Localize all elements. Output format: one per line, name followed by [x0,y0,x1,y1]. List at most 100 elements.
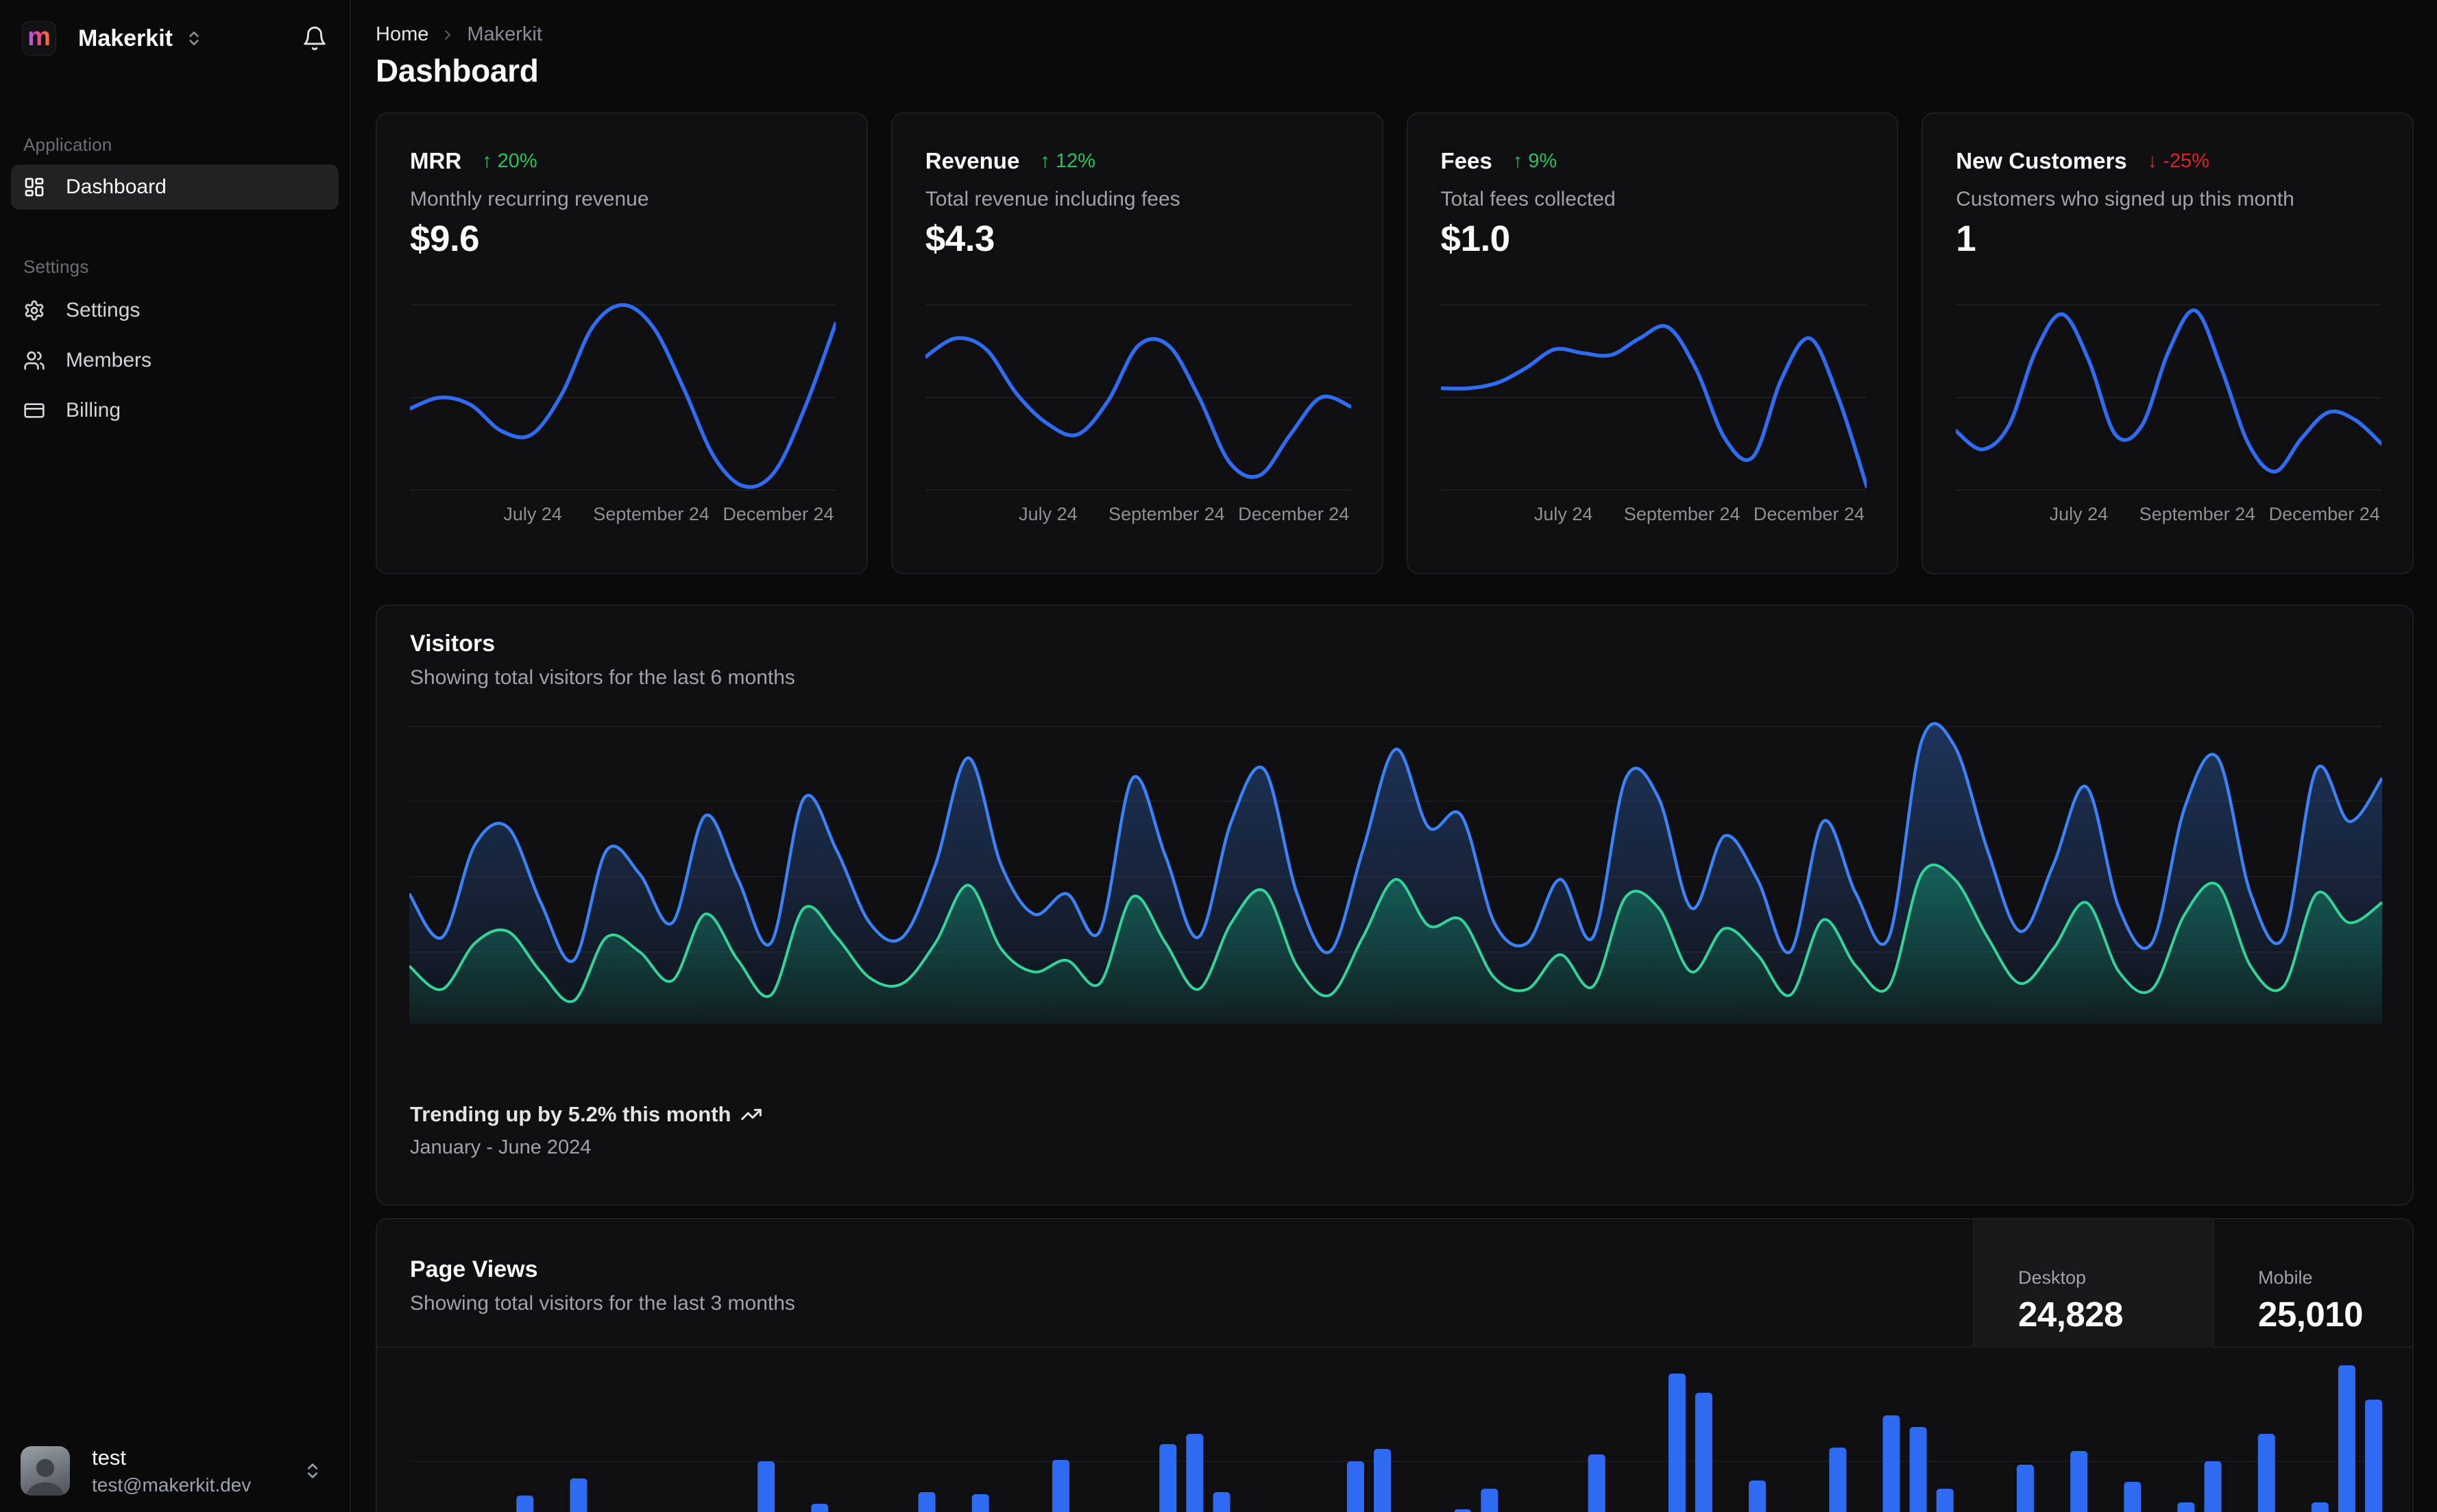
stat-title: Revenue [925,148,1020,173]
visitors-title: Visitors [410,631,496,657]
page-views-card: Page Views Showing total visitors for th… [376,1218,2414,1512]
axis-tick: December 24 [1753,504,1865,524]
arrow-down-icon: ↓ [2147,149,2158,172]
members-icon [23,350,45,371]
trend-value: 20% [497,149,537,172]
sidebar-item-billing[interactable]: Billing [11,388,339,433]
user-name: test [92,1446,126,1470]
user-menu[interactable]: test test@makerkit.dev [12,1439,337,1502]
sidebar-section-settings: Settings [23,256,89,277]
page-views-title: Page Views [410,1256,538,1282]
arrow-up-icon: ↑ [482,149,492,172]
sparkline-axis: July 24 September 24 December 24 [925,504,1349,527]
sidebar-item-label: Settings [66,299,141,321]
trending-up-icon [740,1103,762,1125]
chevrons-up-down-icon [185,29,203,47]
sparkline-svg [1440,304,1867,491]
axis-tick: July 24 [503,504,562,524]
sidebar-item-label: Members [66,349,152,371]
sparkline-axis: July 24 September 24 December 24 [1441,504,1865,527]
toggle-label: Desktop [2018,1267,2087,1288]
visitors-trend-text: Trending up by 5.2% this month [410,1102,731,1126]
stat-card-fees: Fees ↑ 9% Total fees collected $1.0 July … [1406,112,1899,574]
page-views-bar-chart [409,1365,2382,1512]
breadcrumb-home-link[interactable]: Home [376,23,428,46]
trend-badge: ↓ -25% [2148,150,2209,173]
stat-description: Total revenue including fees [925,188,1180,210]
user-email: test@makerkit.dev [92,1474,252,1496]
sparkline-chart: July 24 September 24 December 24 [1956,289,2382,535]
sidebar-item-settings[interactable]: Settings [11,288,339,333]
trend-badge: ↑ 20% [482,150,537,173]
sparkline-chart: July 24 September 24 December 24 [1440,289,1867,535]
stat-value: $4.3 [925,219,995,259]
sparkline-chart: July 24 September 24 December 24 [410,289,836,535]
sparkline-axis: July 24 September 24 December 24 [410,504,834,527]
trend-badge: ↑ 12% [1040,150,1095,173]
sidebar-nav-application: Dashboard [11,164,339,215]
visitors-subtitle: Showing total visitors for the last 6 mo… [410,666,795,689]
sidebar-item-members[interactable]: Members [11,338,339,383]
toggle-value: 24,828 [2018,1294,2124,1334]
stat-title: MRR [410,148,462,173]
visitors-card: Visitors Showing total visitors for the … [376,605,2414,1206]
stat-description: Monthly recurring revenue [410,188,649,210]
bell-icon [302,25,328,51]
sparkline-svg [410,303,836,491]
page-views-subtitle: Showing total visitors for the last 3 mo… [410,1292,795,1315]
logo-letter: m [27,23,51,51]
toggle-label: Mobile [2258,1267,2313,1288]
dashboard-icon [23,176,45,198]
sidebar-item-label: Dashboard [66,175,167,198]
breadcrumb-current: Makerkit [467,23,542,45]
sidebar-section-application: Application [23,134,112,155]
sparkline-chart: July 24 September 24 December 24 [925,289,1351,535]
trend-value: 9% [1528,149,1557,172]
page-title: Dashboard [376,53,539,88]
sparkline-svg [1956,304,2382,491]
axis-tick: July 24 [1019,504,1078,524]
visitors-period: January - June 2024 [410,1136,592,1158]
toggle-desktop[interactable]: Desktop 24,828 [1973,1219,2213,1348]
notifications-button[interactable] [302,25,328,51]
sparkline-svg [925,304,1351,491]
avatar [21,1446,70,1496]
makerkit-logo: m [22,21,56,56]
trend-value: -25% [2163,149,2209,172]
axis-tick: December 24 [723,504,834,524]
sparkline-axis: July 24 September 24 December 24 [1956,504,2380,527]
chevrons-up-down-icon [303,1461,322,1480]
sidebar-item-dashboard[interactable]: Dashboard [11,164,339,210]
axis-tick: September 24 [593,504,710,524]
sidebar: m Makerkit Application Dashboard Setting… [0,0,351,1512]
axis-tick: September 24 [1623,504,1741,524]
breadcrumb: Home Makerkit [376,23,542,46]
stat-title: New Customers [1956,148,2127,173]
billing-icon [23,400,45,422]
axis-tick: July 24 [1533,504,1593,524]
stat-description: Customers who signed up this month [1956,188,2294,210]
stat-value: $1.0 [1440,219,1511,259]
stat-card-revenue: Revenue ↑ 12% Total revenue including fee… [890,112,1383,574]
toggle-value: 25,010 [2258,1294,2364,1334]
stat-cards: MRR ↑ 20% Monthly recurring revenue $9.6 … [376,112,2414,574]
arrow-up-icon: ↑ [1512,149,1523,172]
sidebar-nav-settings: Settings Members Billing [11,288,339,438]
axis-tick: July 24 [2049,504,2109,524]
axis-tick: December 24 [2268,504,2380,524]
visitors-footer: Trending up by 5.2% this month [410,1102,762,1127]
axis-tick: September 24 [1108,504,1225,524]
settings-icon [23,300,45,321]
stat-value: 1 [1956,219,1976,259]
stat-card-mrr: MRR ↑ 20% Monthly recurring revenue $9.6 … [376,112,868,574]
stat-title: Fees [1440,148,1492,173]
toggle-mobile[interactable]: Mobile 25,010 [2213,1219,2412,1348]
visitors-area-chart [409,722,2382,1024]
chevron-right-icon [439,27,456,43]
workspace-name: Makerkit [78,25,173,51]
main-content: Home Makerkit Dashboard MRR ↑ 20% Monthly… [352,0,2437,1512]
trend-value: 12% [1055,149,1095,172]
page-views-header: Page Views Showing total visitors for th… [377,1219,2412,1348]
axis-tick: December 24 [1238,504,1350,524]
workspace-switcher[interactable]: m Makerkit [22,21,302,56]
